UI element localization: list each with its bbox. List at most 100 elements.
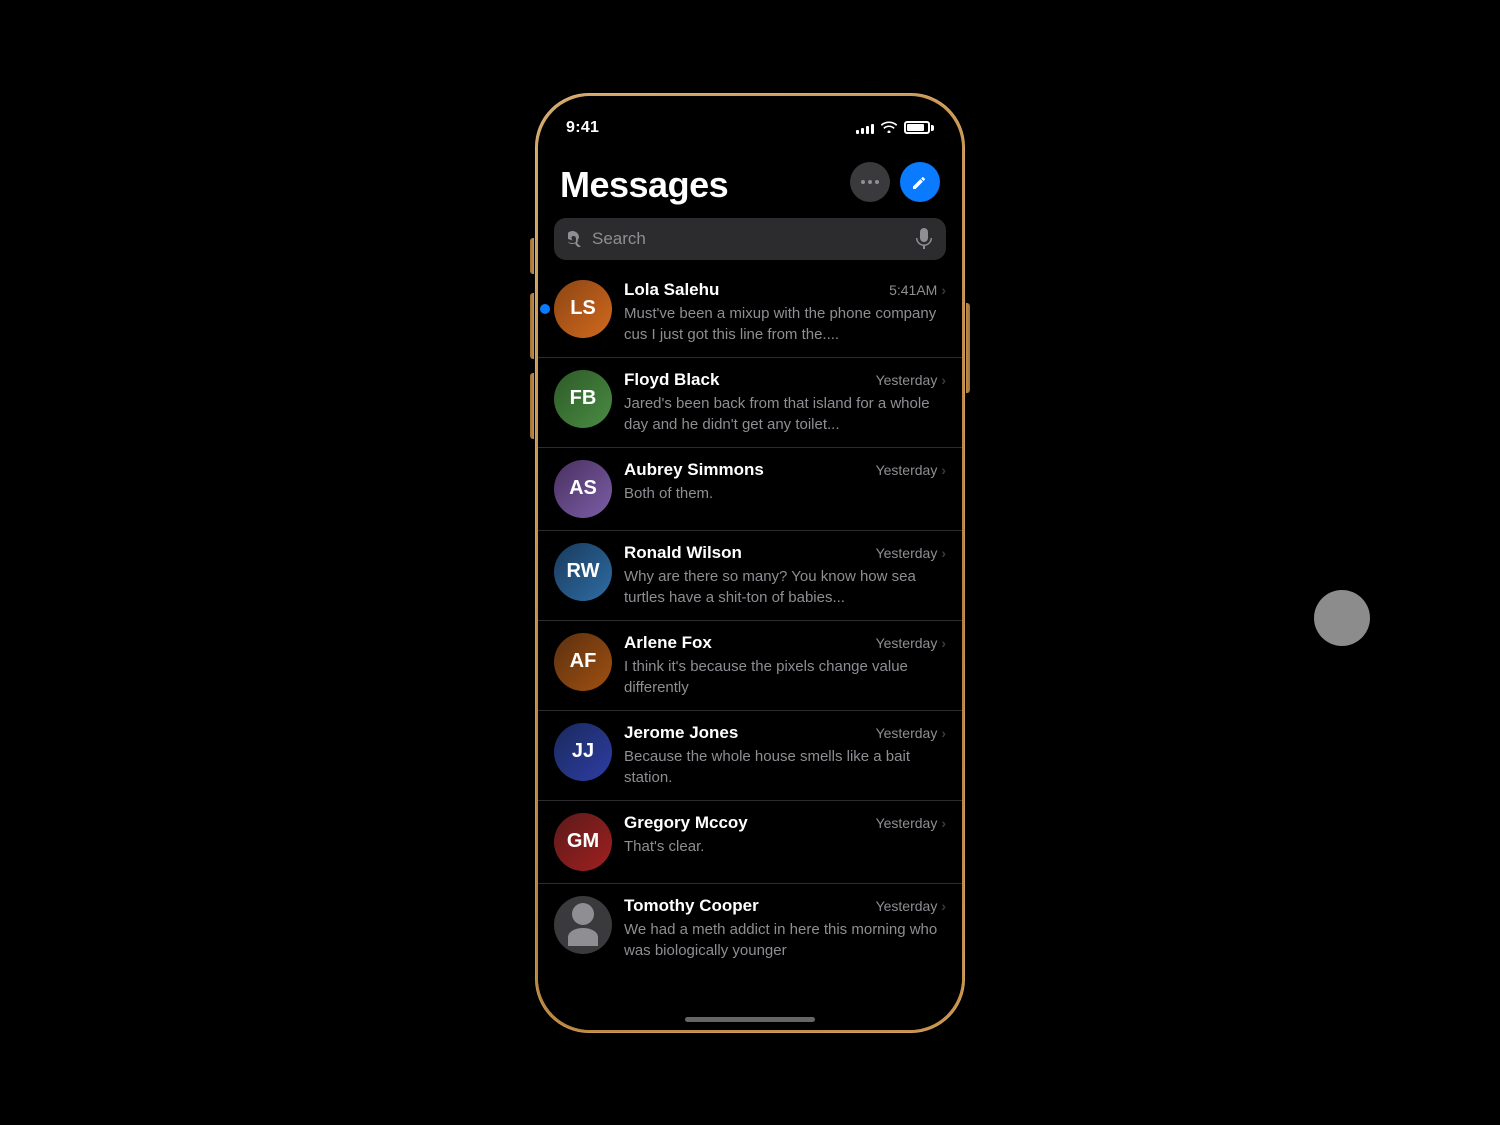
- conversation-item-arlene[interactable]: AF Arlene Fox Yesterday › I think it's b…: [538, 621, 962, 711]
- conversation-preview: We had a meth addict in here this mornin…: [624, 919, 946, 961]
- phone-screen: 9:41: [538, 96, 962, 1030]
- conversation-name: Floyd Black: [624, 370, 868, 390]
- more-button[interactable]: [850, 162, 890, 202]
- search-bar[interactable]: Search: [554, 218, 946, 260]
- compose-button[interactable]: [900, 162, 940, 202]
- avatar: AS: [554, 460, 612, 518]
- dot-2: [868, 180, 872, 184]
- conversation-name: Aubrey Simmons: [624, 460, 868, 480]
- avatar-initials: RW: [567, 560, 600, 583]
- conversation-preview: Jared's been back from that island for a…: [624, 393, 946, 435]
- header-actions: [850, 162, 940, 206]
- conversation-body: Ronald Wilson Yesterday › Why are there …: [624, 543, 946, 608]
- conversation-body: Arlene Fox Yesterday › I think it's beca…: [624, 633, 946, 698]
- conversation-time: Yesterday: [876, 372, 938, 388]
- status-bar: 9:41: [538, 96, 962, 146]
- conversation-item-jerome[interactable]: JJ Jerome Jones Yesterday › Because the …: [538, 711, 962, 801]
- floating-circle: [1314, 590, 1370, 646]
- time-wrap: 5:41AM ›: [889, 282, 946, 298]
- screen-content: 9:41: [538, 96, 962, 1030]
- conversation-header-row: Ronald Wilson Yesterday ›: [624, 543, 946, 563]
- conversation-preview: That's clear.: [624, 836, 946, 857]
- conversation-item-aubrey[interactable]: AS Aubrey Simmons Yesterday › Both of th…: [538, 448, 962, 531]
- avatar-wrap: AF: [554, 633, 612, 691]
- avatar: JJ: [554, 723, 612, 781]
- time-wrap: Yesterday ›: [876, 635, 946, 651]
- conversation-name: Arlene Fox: [624, 633, 868, 653]
- chevron-right-icon: ›: [941, 545, 946, 561]
- conversation-preview: Must've been a mixup with the phone comp…: [624, 303, 946, 345]
- conversation-item-tomothy[interactable]: Tomothy Cooper Yesterday › We had a meth…: [538, 884, 962, 973]
- avatar: LS: [554, 280, 612, 338]
- avatar-wrap: GM: [554, 813, 612, 871]
- conversation-body: Floyd Black Yesterday › Jared's been bac…: [624, 370, 946, 435]
- conversation-item-ronald[interactable]: RW Ronald Wilson Yesterday › Why are the…: [538, 531, 962, 621]
- conversation-preview: Why are there so many? You know how sea …: [624, 566, 946, 608]
- time-wrap: Yesterday ›: [876, 815, 946, 831]
- volume-down-button[interactable]: [530, 373, 534, 439]
- conversation-name: Gregory Mccoy: [624, 813, 868, 833]
- app-content: Messages: [538, 146, 962, 1030]
- conversation-header-row: Floyd Black Yesterday ›: [624, 370, 946, 390]
- chevron-right-icon: ›: [941, 725, 946, 741]
- conversation-time: Yesterday: [876, 635, 938, 651]
- conversation-name: Ronald Wilson: [624, 543, 868, 563]
- avatar-wrap: [554, 896, 612, 954]
- chevron-right-icon: ›: [941, 898, 946, 914]
- conversation-time: Yesterday: [876, 725, 938, 741]
- conversation-time: Yesterday: [876, 462, 938, 478]
- conversation-name: Lola Salehu: [624, 280, 881, 300]
- avatar-initials: GM: [567, 830, 599, 853]
- conversation-item-gregory[interactable]: GM Gregory Mccoy Yesterday › That's clea…: [538, 801, 962, 884]
- conversation-time: Yesterday: [876, 815, 938, 831]
- signal-bar-2: [861, 128, 864, 134]
- conversation-item-lola[interactable]: LS Lola Salehu 5:41AM › Must've been a m…: [538, 268, 962, 358]
- signal-bar-4: [871, 124, 874, 134]
- conversation-header-row: Arlene Fox Yesterday ›: [624, 633, 946, 653]
- compose-icon: [910, 172, 930, 192]
- conversation-body: Aubrey Simmons Yesterday › Both of them.: [624, 460, 946, 504]
- time-wrap: Yesterday ›: [876, 545, 946, 561]
- volume-up-button[interactable]: [530, 293, 534, 359]
- avatar-wrap: LS: [554, 280, 612, 338]
- unread-dot: [540, 304, 550, 314]
- conversation-header-row: Lola Salehu 5:41AM ›: [624, 280, 946, 300]
- avatar-wrap: AS: [554, 460, 612, 518]
- conversation-preview: Both of them.: [624, 483, 946, 504]
- avatar: [554, 896, 612, 954]
- avatar-initials: LS: [570, 297, 596, 320]
- chevron-right-icon: ›: [941, 282, 946, 298]
- avatar-initials: AS: [569, 477, 597, 500]
- phone-shell: 9:41: [535, 93, 965, 1033]
- status-time: 9:41: [566, 119, 599, 137]
- conversation-header-row: Aubrey Simmons Yesterday ›: [624, 460, 946, 480]
- time-wrap: Yesterday ›: [876, 462, 946, 478]
- home-indicator[interactable]: [685, 1017, 815, 1022]
- conversation-header-row: Jerome Jones Yesterday ›: [624, 723, 946, 743]
- signal-bar-3: [866, 126, 869, 134]
- conversation-item-floyd[interactable]: FB Floyd Black Yesterday › Jared's been …: [538, 358, 962, 448]
- time-wrap: Yesterday ›: [876, 725, 946, 741]
- avatar-initials: AF: [570, 650, 597, 673]
- chevron-right-icon: ›: [941, 635, 946, 651]
- avatar-wrap: JJ: [554, 723, 612, 781]
- chevron-right-icon: ›: [941, 462, 946, 478]
- app-title: Messages: [560, 164, 728, 206]
- messages-header: Messages: [538, 146, 962, 218]
- power-button[interactable]: [966, 303, 970, 393]
- signal-bars: [856, 121, 874, 134]
- avatar-initials: JJ: [572, 740, 594, 763]
- search-placeholder: Search: [592, 229, 908, 249]
- search-icon: [568, 231, 584, 247]
- dot-1: [861, 180, 865, 184]
- notch: [673, 96, 828, 130]
- avatar: FB: [554, 370, 612, 428]
- generic-avatar: [568, 903, 598, 946]
- conversation-header-row: Tomothy Cooper Yesterday ›: [624, 896, 946, 916]
- conversation-name: Tomothy Cooper: [624, 896, 868, 916]
- avatar: GM: [554, 813, 612, 871]
- dot-3: [875, 180, 879, 184]
- conversation-preview: Because the whole house smells like a ba…: [624, 746, 946, 788]
- conversation-header-row: Gregory Mccoy Yesterday ›: [624, 813, 946, 833]
- conversation-body: Lola Salehu 5:41AM › Must've been a mixu…: [624, 280, 946, 345]
